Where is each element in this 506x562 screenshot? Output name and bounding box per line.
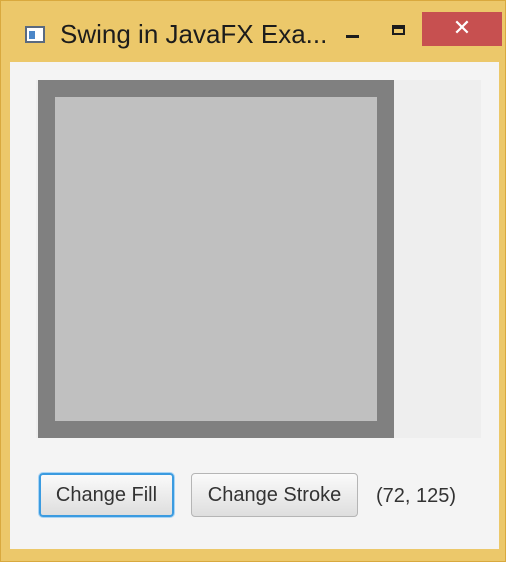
window-title: Swing in JavaFX Exa... <box>60 19 328 49</box>
minimize-button[interactable] <box>331 13 375 47</box>
app-window-icon[interactable] <box>25 26 45 43</box>
swing-drawing-panel[interactable] <box>36 80 481 438</box>
window-content: Change Fill Change Stroke (72, 125) <box>10 62 499 549</box>
title-bar[interactable]: Swing in JavaFX Exa... ✕ <box>1 1 505 61</box>
change-stroke-button[interactable]: Change Stroke <box>191 473 358 517</box>
maximize-button[interactable] <box>379 13 423 47</box>
maximize-icon <box>392 25 405 35</box>
app-window: Swing in JavaFX Exa... ✕ Change Fill Cha… <box>0 0 506 562</box>
mouse-coordinates-label: (72, 125) <box>376 485 457 507</box>
change-fill-button[interactable]: Change Fill <box>39 473 174 517</box>
close-icon: ✕ <box>452 16 472 41</box>
drawn-rectangle[interactable] <box>38 80 394 438</box>
close-button[interactable]: ✕ <box>422 12 502 46</box>
minimize-icon <box>346 35 359 38</box>
